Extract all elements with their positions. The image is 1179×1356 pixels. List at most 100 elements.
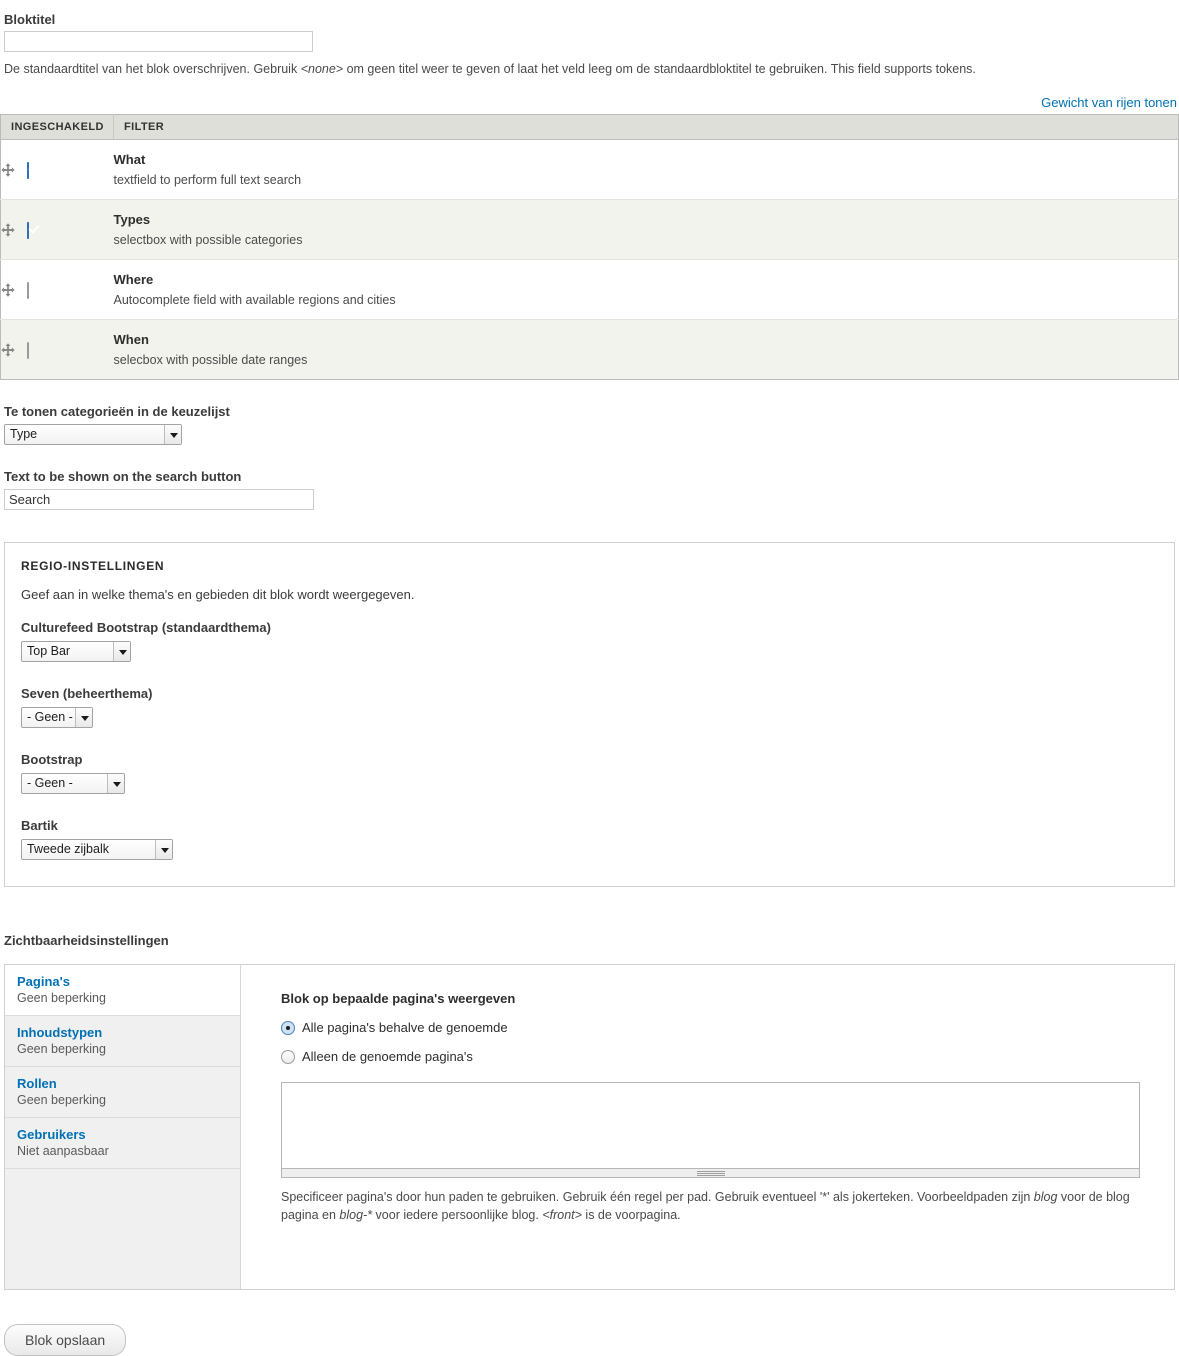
theme-region-select-value: Tweede zijbalk xyxy=(27,842,109,857)
table-row: When selecbox with possible date ranges xyxy=(0,319,1179,380)
filter-info-cell: Where Autocomplete field with available r… xyxy=(113,259,1179,320)
visibility-tab-gebruikers[interactable]: Gebruikers Niet aanpasbaar xyxy=(5,1118,240,1170)
filters-table: INGESCHAKELD FILTER What textfield to per… xyxy=(0,114,1179,381)
pages-textarea[interactable] xyxy=(281,1082,1140,1170)
visibility-settings-panel: Pagina's Geen beperking Inhoudstypen Geen b… xyxy=(4,964,1175,1291)
theme-label: Seven (beheerthema) xyxy=(21,686,153,702)
filter-enabled-cell xyxy=(0,319,114,380)
visibility-vertical-tabs: Pagina's Geen beperking Inhoudstypen Geen b… xyxy=(5,965,241,1290)
visibility-settings-heading: Zichtbaarheidsinstellingen xyxy=(4,933,169,949)
theme-region-select[interactable]: - Geen - xyxy=(21,773,125,795)
visibility-tab-title: Pagina's xyxy=(17,974,70,990)
pages-visibility-radio-row[interactable]: Alle pagina's behalve de genoemde xyxy=(281,1020,1161,1035)
categories-select[interactable]: Type xyxy=(4,424,182,446)
visibility-tab-summary: Niet aanpasbaar xyxy=(17,1144,109,1159)
pages-desc-em-2: blog-* xyxy=(339,1208,373,1223)
visibility-tab-title: Rollen xyxy=(17,1076,57,1092)
categories-label: Te tonen categorieën in de keuzelijst xyxy=(4,404,230,420)
search-button-text-input[interactable] xyxy=(4,489,314,511)
block-title-label: Bloktitel xyxy=(4,12,56,27)
filter-description: textfield to perform full text search xyxy=(113,173,302,188)
theme-region-select[interactable]: Top Bar xyxy=(21,641,131,663)
pages-visibility-radio-label: Alleen de genoemde pagina's xyxy=(302,1049,473,1065)
filter-title: When xyxy=(113,332,149,348)
filters-table-header-row: INGESCHAKELD FILTER xyxy=(0,114,1179,141)
pages-desc-em-3: <front> xyxy=(542,1208,582,1223)
theme-label: Culturefeed Bootstrap (standaardthema) xyxy=(21,620,271,636)
filter-description: Autocomplete field with available region… xyxy=(113,293,396,308)
column-header-enabled: INGESCHAKELD xyxy=(0,114,114,141)
theme-region-select-value: - Geen - xyxy=(27,776,73,791)
filter-description: selecbox with possible date ranges xyxy=(113,353,308,368)
filter-enabled-checkbox[interactable] xyxy=(27,221,29,239)
filter-enabled-checkbox[interactable] xyxy=(27,281,29,299)
block-title-description-token: <none> xyxy=(300,62,344,76)
pages-textarea-wrapper: Specificeer pagina's door hun paden te g… xyxy=(281,1082,1161,1224)
filter-enabled-checkbox[interactable] xyxy=(27,161,29,179)
pages-pane-title: Blok op bepaalde pagina's weergeven xyxy=(281,991,516,1007)
pages-visibility-radio-group: Alle pagina's behalve de genoemde Alleen … xyxy=(281,1020,1161,1064)
theme-region-row: Seven (beheerthema) - Geen - xyxy=(21,686,1158,729)
visibility-tab-paginas[interactable]: Pagina's Geen beperking xyxy=(5,965,240,1017)
theme-region-select-value: - Geen - xyxy=(27,710,73,725)
form-actions: Blok opslaan xyxy=(4,1324,1179,1356)
drag-handle-icon[interactable] xyxy=(1,343,15,358)
theme-region-select[interactable]: - Geen - xyxy=(21,707,93,729)
pages-textarea-description: Specificeer pagina's door hun paden te g… xyxy=(281,1188,1161,1224)
block-title-description-pre: De standaardtitel van het blok overschri… xyxy=(4,62,301,76)
visibility-tab-summary: Geen beperking xyxy=(17,991,106,1006)
visibility-tab-title: Gebruikers xyxy=(17,1127,86,1143)
filters-table-head: INGESCHAKELD FILTER xyxy=(0,114,1179,141)
theme-regions-container: Culturefeed Bootstrap (standaardthema) To… xyxy=(21,620,1158,861)
filter-enabled-cell xyxy=(0,259,114,320)
filter-info-cell: When selecbox with possible date ranges xyxy=(113,319,1179,380)
drag-handle-icon[interactable] xyxy=(1,163,15,178)
drag-handle-icon[interactable] xyxy=(1,283,15,298)
pages-desc-part-4: is de voorpagina. xyxy=(581,1208,681,1223)
visibility-tab-rollen[interactable]: Rollen Geen beperking xyxy=(5,1067,240,1119)
visibility-tab-inhoudstypen[interactable]: Inhoudstypen Geen beperking xyxy=(5,1016,240,1068)
filter-title: Types xyxy=(113,212,151,228)
column-header-filter: FILTER xyxy=(113,114,1179,141)
pages-visibility-radio[interactable] xyxy=(281,1049,295,1064)
block-configuration-form: Bloktitel De standaardtitel van het blok… xyxy=(0,12,1179,1356)
search-button-text-label: Text to be shown on the search button xyxy=(4,469,242,485)
filter-info-cell: What textfield to perform full text searc… xyxy=(113,139,1179,200)
filter-info-cell: Types selectbox with possible categories xyxy=(113,199,1179,260)
region-settings-description: Geef aan in welke thema's en gebieden di… xyxy=(21,587,415,603)
textarea-resize-grippie[interactable] xyxy=(281,1169,1140,1179)
theme-region-select-value: Top Bar xyxy=(27,644,71,659)
theme-label: Bartik xyxy=(21,818,58,834)
filter-enabled-cell xyxy=(0,139,114,200)
drag-handle-icon[interactable] xyxy=(1,223,15,238)
filter-enabled-checkbox[interactable] xyxy=(27,341,29,359)
filter-title: What xyxy=(113,152,146,168)
block-title-input[interactable] xyxy=(4,31,313,52)
table-row: Where Autocomplete field with available r… xyxy=(0,259,1179,320)
region-settings-legend: REGIO-INSTELLINGEN xyxy=(21,559,165,574)
chevron-down-icon xyxy=(164,425,181,445)
filter-title: Where xyxy=(113,272,154,288)
region-settings-fieldset: REGIO-INSTELLINGEN Geef aan in welke the… xyxy=(4,542,1175,888)
filters-table-body: What textfield to perform full text searc… xyxy=(0,139,1179,380)
show-row-weights-link[interactable]: Gewicht van rijen tonen xyxy=(1041,95,1177,110)
show-row-weights-row: Gewicht van rijen tonen xyxy=(0,95,1179,110)
save-block-button[interactable]: Blok opslaan xyxy=(4,1324,127,1356)
block-title-description-post: om geen titel weer te geven of laat het … xyxy=(343,62,976,76)
theme-region-row: Culturefeed Bootstrap (standaardthema) To… xyxy=(21,620,1158,663)
theme-region-select[interactable]: Tweede zijbalk xyxy=(21,839,173,861)
theme-region-row: Bartik Tweede zijbalk xyxy=(21,818,1158,861)
chevron-down-icon xyxy=(75,708,92,728)
categories-select-value: Type xyxy=(10,427,38,442)
theme-region-row: Bootstrap - Geen - xyxy=(21,752,1158,795)
chevron-down-icon xyxy=(113,642,130,662)
pages-desc-part-1: Specificeer pagina's door hun paden te g… xyxy=(281,1190,1034,1205)
visibility-pane-pages: Blok op bepaalde pagina's weergeven Alle… xyxy=(241,965,1179,1289)
pages-desc-em-1: blog xyxy=(1033,1190,1058,1205)
visibility-tab-title: Inhoudstypen xyxy=(17,1025,103,1041)
block-title-description: De standaardtitel van het blok overschri… xyxy=(4,61,1179,77)
pages-visibility-radio-row[interactable]: Alleen de genoemde pagina's xyxy=(281,1049,1161,1064)
pages-visibility-radio-label: Alle pagina's behalve de genoemde xyxy=(302,1020,508,1036)
vertical-tabs-filler xyxy=(5,1169,240,1289)
pages-visibility-radio[interactable] xyxy=(281,1020,295,1035)
